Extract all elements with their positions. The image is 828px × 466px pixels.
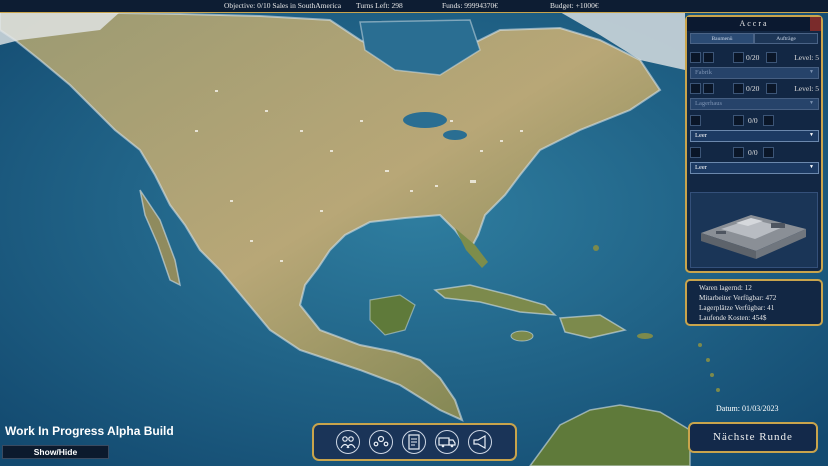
slot-4-add-button[interactable] bbox=[733, 147, 744, 158]
slot-1-add-button[interactable] bbox=[733, 52, 744, 63]
budget-text: Budget: +1000€ bbox=[550, 1, 599, 10]
slot-1-upgrade-button[interactable] bbox=[766, 52, 777, 63]
slot-2-count: 0/20 bbox=[746, 84, 760, 93]
close-panel-button[interactable] bbox=[810, 17, 821, 31]
city-panel: Accra Baumenü Aufträge 0/20 Level: 5 Fab… bbox=[685, 15, 823, 273]
tab-auftraege[interactable]: Aufträge bbox=[754, 33, 818, 44]
slot-1-level: Level: 5 bbox=[794, 53, 819, 62]
city-name: Accra bbox=[687, 17, 821, 31]
slot-1-type-select[interactable]: Fabrik ▼ bbox=[690, 67, 819, 79]
slot-3-add-button[interactable] bbox=[733, 115, 744, 126]
running-costs-text: Laufende Kosten: 454$ bbox=[699, 314, 767, 322]
building-preview bbox=[690, 192, 818, 268]
warehouse-icon bbox=[701, 215, 806, 259]
slot-3-decrease-button[interactable] bbox=[690, 115, 701, 126]
truck-icon[interactable] bbox=[435, 430, 459, 454]
slot-2-upgrade-button[interactable] bbox=[766, 83, 777, 94]
top-status-bar: Objective: 0/10 Sales in SouthAmerica Tu… bbox=[0, 0, 828, 13]
slot-4-upgrade-button[interactable] bbox=[763, 147, 774, 158]
slot-3-row: 0/0 bbox=[690, 115, 820, 126]
panel-tabs: Baumenü Aufträge bbox=[690, 33, 818, 44]
staff-available-text: Mitarbeiter Verfügbar: 472 bbox=[699, 294, 777, 302]
turns-left-text: Turns Left: 298 bbox=[356, 1, 403, 10]
team-icon[interactable] bbox=[369, 430, 393, 454]
storage-available-text: Lagerplätze Verfügbar: 41 bbox=[699, 304, 775, 312]
alpha-build-label: Work In Progress Alpha Build bbox=[5, 424, 174, 438]
slot-3-type-select[interactable]: Leer ▼ bbox=[690, 130, 819, 142]
slot-2-level: Level: 5 bbox=[794, 84, 819, 93]
slot-3-count: 0/0 bbox=[748, 116, 758, 125]
slot-3-upgrade-button[interactable] bbox=[763, 115, 774, 126]
slot-1-decrease-button[interactable] bbox=[690, 52, 701, 63]
slot-1-icon bbox=[703, 52, 714, 63]
city-info-panel: Waren lagernd: 12 Mitarbeiter Verfügbar:… bbox=[685, 279, 823, 326]
document-icon[interactable] bbox=[402, 430, 426, 454]
tab-baumenue[interactable]: Baumenü bbox=[690, 33, 754, 44]
slot-4-count: 0/0 bbox=[748, 148, 758, 157]
next-turn-button[interactable]: Nächste Runde bbox=[688, 422, 818, 453]
slot-4-decrease-button[interactable] bbox=[690, 147, 701, 158]
objective-text: Objective: 0/10 Sales in SouthAmerica bbox=[224, 1, 342, 10]
funds-text: Funds: 99994370€ bbox=[442, 1, 499, 10]
megaphone-icon[interactable] bbox=[468, 430, 492, 454]
bottom-toolbar bbox=[312, 423, 517, 461]
slot-4-row: 0/0 bbox=[690, 147, 820, 158]
slot-2-type-select[interactable]: Lagerhaus ▼ bbox=[690, 98, 819, 110]
goods-stored-text: Waren lagernd: 12 bbox=[699, 284, 752, 292]
slot-2-row: 0/20 Level: 5 bbox=[690, 83, 820, 94]
slot-1-count: 0/20 bbox=[746, 53, 760, 62]
slot-4-type-select[interactable]: Leer ▼ bbox=[690, 162, 819, 174]
show-hide-button[interactable]: Show/Hide bbox=[2, 445, 109, 459]
slot-2-add-button[interactable] bbox=[733, 83, 744, 94]
group-icon[interactable] bbox=[336, 430, 360, 454]
date-label: Datum: 01/03/2023 bbox=[716, 404, 779, 413]
slot-1-row: 0/20 Level: 5 bbox=[690, 52, 820, 63]
slot-2-decrease-button[interactable] bbox=[690, 83, 701, 94]
slot-2-icon bbox=[703, 83, 714, 94]
